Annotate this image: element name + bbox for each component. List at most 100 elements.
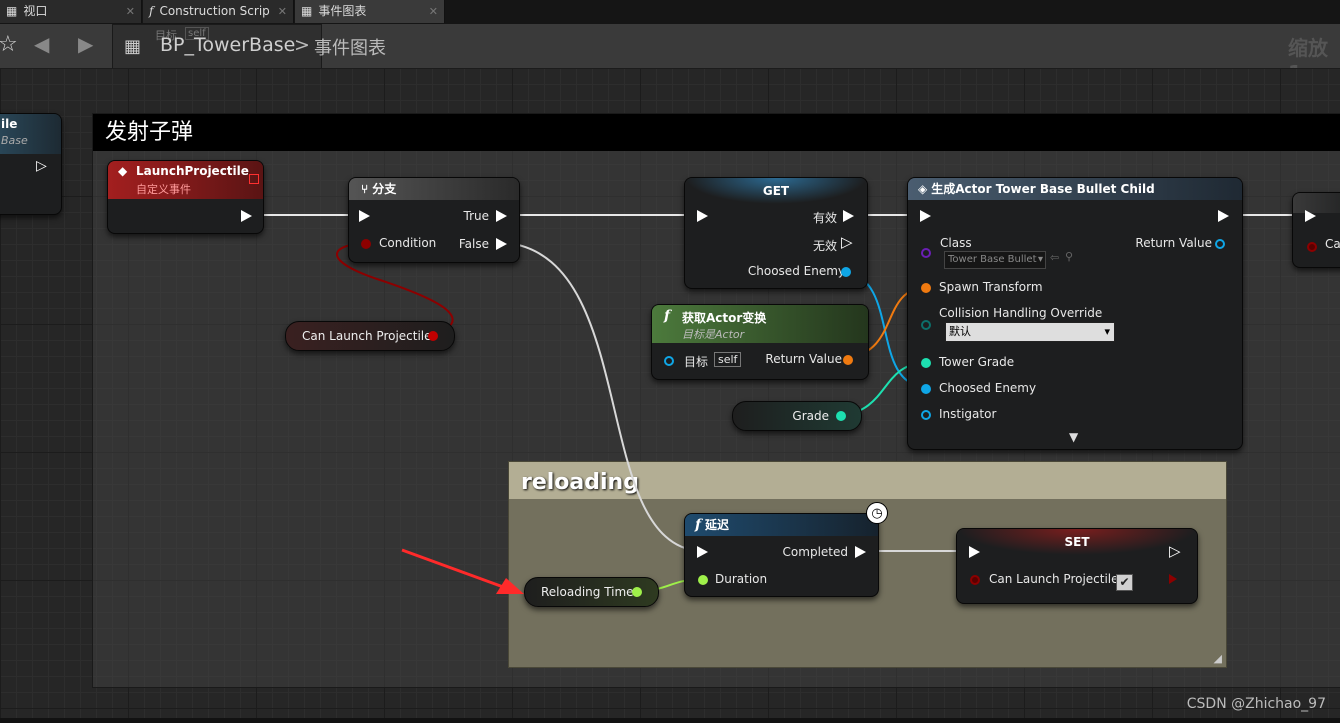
function-icon: f <box>149 4 154 18</box>
condition-label: Condition <box>379 236 437 250</box>
instigator-pin[interactable] <box>921 410 931 420</box>
right-partial-node[interactable]: Ca <box>1292 192 1340 268</box>
close-icon[interactable]: ✕ <box>126 0 135 23</box>
get-actor-transform-node[interactable]: f 获取Actor变换 目标是Actor 目标 self Return Valu… <box>651 304 869 380</box>
node-title: 生成Actor Tower Base Bullet Child <box>931 182 1155 196</box>
exec-in-pin[interactable] <box>359 210 370 222</box>
comment-title: reloading <box>509 462 1226 499</box>
choosed-enemy-pin[interactable] <box>921 384 931 394</box>
exec-in-pin[interactable] <box>697 546 708 558</box>
set-variable-node[interactable]: SET ▷ Can Launch Projectile ✔ <box>956 528 1198 604</box>
spawn-icon: ◈ <box>918 182 928 196</box>
completed-exec-pin[interactable] <box>855 546 866 558</box>
browse-search-icon[interactable]: ⚲ <box>1065 250 1073 263</box>
node-title: ile <box>1 117 18 131</box>
return-value-label: Return Value <box>765 352 842 366</box>
exec-outline-icon[interactable]: ▷ <box>36 158 47 174</box>
transform-output-pin[interactable] <box>843 355 853 365</box>
tab-label: 事件图表 <box>318 4 367 18</box>
invalid-exec-pin[interactable]: ▷ <box>841 233 853 251</box>
tab-viewport[interactable]: ▦ 视口 ✕ <box>0 0 142 23</box>
node-header: ile Base <box>0 114 61 154</box>
viewport-icon: ▦ <box>6 4 18 18</box>
back-arrow-icon[interactable]: ◀ <box>34 32 49 56</box>
class-pin[interactable] <box>921 248 931 258</box>
partial-label: Ca <box>1325 237 1340 251</box>
target-self-value[interactable]: self <box>714 352 742 367</box>
set-variable-label: Can Launch Projectile <box>989 572 1119 586</box>
exec-out-pin[interactable] <box>1218 210 1229 222</box>
bool-output-pin[interactable] <box>1169 574 1177 584</box>
variable-grade[interactable]: Grade <box>732 401 862 431</box>
resize-handle-icon[interactable]: ◢ <box>1214 652 1222 665</box>
breadcrumb-root[interactable]: BP_TowerBase <box>160 34 295 56</box>
collision-value: 默认 <box>949 325 971 338</box>
collision-dropdown[interactable]: 默认 ▾ <box>945 322 1115 342</box>
delay-node[interactable]: f 延迟 ◷ Completed Duration <box>684 502 888 597</box>
chevron-down-icon: ▾ <box>1104 325 1110 338</box>
branch-icon: ⑂ <box>361 182 369 196</box>
valid-label: 有效 <box>812 211 837 225</box>
validated-get-node[interactable]: GET 有效 无效 ▷ Choosed Enemy <box>684 177 868 289</box>
graph-toolbar: ☆ ◀ ▶ 目标 self ▦ BP_TowerBase > 事件图表 缩放1 <box>0 24 1340 85</box>
node-title: SET <box>957 529 1197 555</box>
variable-can-launch-projectile[interactable]: Can Launch Projectile <box>285 321 455 351</box>
spawn-actor-node[interactable]: ◈ 生成Actor Tower Base Bullet Child Class T… <box>907 177 1243 450</box>
variable-label: Can Launch Projectile <box>302 329 432 343</box>
variable-reloading-time[interactable]: Reloading Time <box>524 577 659 607</box>
variable-label: Grade <box>792 409 829 423</box>
branch-node[interactable]: ⑂ 分支 Condition True False <box>348 177 520 263</box>
latent-clock-icon: ◷ <box>866 502 888 524</box>
node-title: 分支 <box>372 182 397 196</box>
condition-pin[interactable] <box>361 239 371 249</box>
close-icon[interactable]: ✕ <box>278 0 287 23</box>
valid-exec-pin[interactable] <box>843 210 854 222</box>
tab-construction-script[interactable]: f Construction Scrip ✕ <box>143 0 294 23</box>
duration-pin[interactable] <box>698 575 708 585</box>
bool-checkbox[interactable]: ✔ <box>1116 574 1133 591</box>
exec-in-pin[interactable] <box>969 546 980 558</box>
completed-label: Completed <box>782 545 848 559</box>
node-subtitle: 目标是Actor <box>682 328 745 341</box>
close-icon[interactable]: ✕ <box>429 0 438 23</box>
return-value-pin[interactable] <box>1215 239 1225 249</box>
spawn-transform-pin[interactable] <box>921 283 931 293</box>
expand-advanced-icon[interactable]: ▼ <box>1069 430 1078 444</box>
bool-input-pin[interactable] <box>970 575 980 585</box>
true-exec-pin[interactable] <box>496 210 507 222</box>
node-header: f 获取Actor变换 目标是Actor <box>652 305 868 343</box>
node-title: GET <box>685 178 867 204</box>
star-icon[interactable]: ☆ <box>0 32 18 57</box>
node-header: f 延迟 <box>685 514 878 536</box>
forward-arrow-icon[interactable]: ▶ <box>78 32 93 56</box>
bool-output-pin[interactable] <box>428 331 438 341</box>
class-select[interactable]: Tower Base Bullet ▾ <box>944 251 1046 269</box>
delegate-pin[interactable] <box>249 174 259 184</box>
exec-out-pin[interactable] <box>241 210 252 222</box>
int-output-pin[interactable] <box>836 411 846 421</box>
choosed-enemy-label: Choosed Enemy <box>747 264 845 278</box>
node-subtitle: 自定义事件 <box>136 183 191 196</box>
target-pin[interactable] <box>664 356 674 366</box>
use-selected-arrow-icon[interactable]: ⇦ <box>1050 251 1059 264</box>
node-header <box>1293 193 1340 213</box>
false-label: False <box>458 237 489 251</box>
left-partial-node[interactable]: ile Base ▷ <box>0 113 62 215</box>
custom-event-node[interactable]: ◆ LaunchProjectile 自定义事件 <box>107 160 264 234</box>
class-label: Class <box>940 236 972 250</box>
breadcrumb-separator: > <box>294 34 310 56</box>
tab-event-graph[interactable]: ▦ 事件图表 ✕ <box>295 0 445 23</box>
variable-label: Reloading Time <box>541 585 634 599</box>
bool-input-pin[interactable] <box>1307 242 1317 252</box>
exec-in-pin[interactable] <box>1305 210 1316 222</box>
exec-in-pin[interactable] <box>920 210 931 222</box>
exec-out-pin[interactable]: ▷ <box>1169 542 1181 560</box>
false-exec-pin[interactable] <box>496 238 507 250</box>
object-output-pin[interactable] <box>841 267 851 277</box>
exec-in-pin[interactable] <box>697 210 708 222</box>
float-output-pin[interactable] <box>632 587 642 597</box>
node-title: 获取Actor变换 <box>682 311 767 325</box>
collision-pin[interactable] <box>921 320 931 330</box>
node-subtitle: Base <box>1 134 28 147</box>
tower-grade-pin[interactable] <box>921 358 931 368</box>
